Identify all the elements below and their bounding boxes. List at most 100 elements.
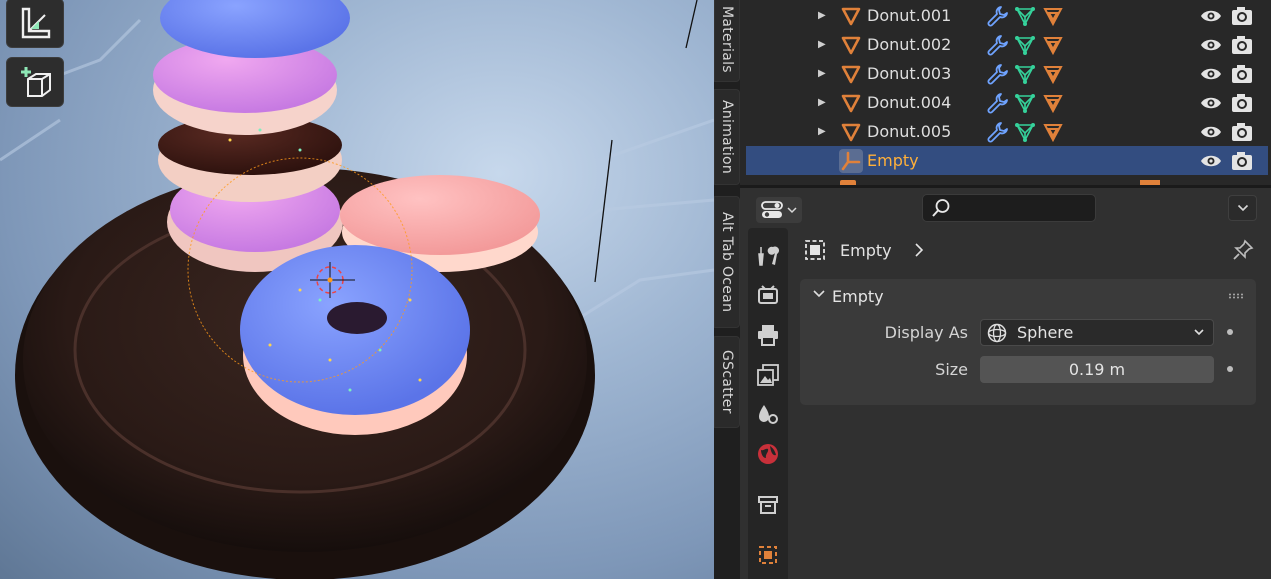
sidebar-tab-strip: Materials Animation Alt Tab Ocean GScatt… bbox=[714, 0, 740, 579]
eye-icon[interactable] bbox=[1200, 5, 1222, 27]
visibility-toggles bbox=[1200, 150, 1253, 172]
add-cube-icon bbox=[21, 67, 51, 97]
vertex-groups-icon[interactable] bbox=[1014, 92, 1036, 114]
outliner-row[interactable]: ▶ Donut.003 bbox=[746, 59, 1268, 88]
outliner[interactable]: ▶ Donut.001 ▶ Donut.002 ▶ Donut.003 ▶ Donut.004… bbox=[740, 0, 1271, 185]
disclosure-triangle-icon[interactable]: ▶ bbox=[818, 39, 830, 50]
camera-icon[interactable] bbox=[1231, 92, 1253, 114]
tab-gscatter-label: GScatter bbox=[719, 350, 735, 414]
measure-tool-button[interactable] bbox=[6, 0, 64, 48]
drag-handle-icon[interactable] bbox=[1228, 293, 1246, 299]
outliner-row-name[interactable]: Donut.005 bbox=[867, 122, 951, 141]
row-data-icons bbox=[986, 121, 1064, 143]
tab-view-layer[interactable] bbox=[754, 361, 782, 389]
tab-world[interactable] bbox=[754, 440, 782, 468]
tab-gscatter[interactable]: GScatter bbox=[714, 336, 740, 428]
chevron-down-icon bbox=[1237, 204, 1248, 212]
eye-icon[interactable] bbox=[1200, 150, 1222, 172]
disclosure-triangle-icon[interactable]: ▶ bbox=[818, 97, 830, 108]
camera-icon[interactable] bbox=[1231, 5, 1253, 27]
outliner-row[interactable]: Empty bbox=[746, 146, 1268, 175]
ruler-icon bbox=[21, 7, 51, 39]
tab-animation[interactable]: Animation bbox=[714, 89, 740, 185]
3d-viewport[interactable] bbox=[0, 0, 714, 579]
properties-editor[interactable]: Empty Empty Display As Sphere Size 0.19 … bbox=[740, 185, 1271, 579]
eye-icon[interactable] bbox=[1200, 63, 1222, 85]
mesh-object-icon bbox=[839, 120, 863, 144]
size-number-field[interactable]: 0.19 m bbox=[980, 356, 1214, 383]
disclosure-triangle-icon[interactable]: ▶ bbox=[818, 68, 830, 79]
display-as-keyframe-dot[interactable] bbox=[1227, 329, 1233, 335]
visibility-toggles bbox=[1200, 63, 1253, 85]
size-keyframe-dot[interactable] bbox=[1227, 366, 1233, 372]
mesh-object-icon bbox=[839, 33, 863, 57]
wrench-icon[interactable] bbox=[986, 63, 1008, 85]
vertex-groups-icon[interactable] bbox=[1014, 34, 1036, 56]
mesh-object-icon bbox=[839, 4, 863, 28]
row-data-icons bbox=[986, 5, 1064, 27]
tab-alt-tab-ocean[interactable]: Alt Tab Ocean bbox=[714, 196, 740, 328]
row-data-icons bbox=[986, 34, 1064, 56]
search-input[interactable] bbox=[957, 200, 1087, 216]
panel-header[interactable]: Empty bbox=[800, 279, 1256, 313]
viewport-scene[interactable] bbox=[0, 0, 714, 579]
mesh-data-icon[interactable] bbox=[1042, 92, 1064, 114]
outliner-row-name[interactable]: Donut.002 bbox=[867, 35, 951, 54]
wrench-icon[interactable] bbox=[986, 5, 1008, 27]
outliner-row-name[interactable]: Empty bbox=[867, 151, 919, 170]
outliner-row-name[interactable]: Donut.001 bbox=[867, 6, 951, 25]
outliner-row-name[interactable]: Donut.004 bbox=[867, 93, 951, 112]
disclosure-triangle-icon[interactable]: ▶ bbox=[818, 10, 830, 21]
camera-icon[interactable] bbox=[1231, 150, 1253, 172]
add-cube-tool-button[interactable] bbox=[6, 57, 64, 107]
tab-materials[interactable]: Materials bbox=[714, 0, 740, 82]
mesh-data-icon[interactable] bbox=[1042, 5, 1064, 27]
wrench-icon[interactable] bbox=[986, 92, 1008, 114]
wrench-icon[interactable] bbox=[986, 34, 1008, 56]
object-data-icon bbox=[805, 240, 825, 260]
outliner-row[interactable]: ▶ Donut.005 bbox=[746, 117, 1268, 146]
display-as-dropdown[interactable]: Sphere bbox=[980, 319, 1214, 346]
disclosure-triangle-icon[interactable]: ▶ bbox=[818, 126, 830, 137]
tab-output[interactable] bbox=[754, 321, 782, 349]
eye-icon[interactable] bbox=[1200, 92, 1222, 114]
vertex-groups-icon[interactable] bbox=[1014, 121, 1036, 143]
tool-icon bbox=[758, 246, 780, 266]
tab-object[interactable] bbox=[754, 541, 782, 569]
eye-icon[interactable] bbox=[1200, 121, 1222, 143]
vertex-groups-icon[interactable] bbox=[1014, 5, 1036, 27]
tab-tool[interactable] bbox=[754, 242, 782, 270]
editor-type-button[interactable] bbox=[756, 197, 802, 223]
size-row: Size 0.19 m bbox=[800, 356, 1256, 384]
outliner-row[interactable]: ▶ Donut.004 bbox=[746, 88, 1268, 117]
mesh-data-icon[interactable] bbox=[1042, 34, 1064, 56]
options-dropdown-button[interactable] bbox=[1228, 195, 1257, 221]
outliner-row[interactable]: ▶ Donut.001 bbox=[746, 1, 1268, 30]
tab-render[interactable] bbox=[754, 281, 782, 309]
wrench-icon[interactable] bbox=[986, 121, 1008, 143]
outliner-row[interactable]: ▶ Donut.002 bbox=[746, 30, 1268, 59]
view-layer-icon bbox=[757, 364, 779, 386]
empty-object-icon bbox=[839, 148, 863, 173]
breadcrumb: Empty bbox=[804, 237, 926, 263]
sphere-icon bbox=[987, 323, 1007, 342]
camera-icon[interactable] bbox=[1231, 63, 1253, 85]
display-as-row: Display As Sphere bbox=[800, 319, 1256, 347]
camera-icon[interactable] bbox=[1231, 121, 1253, 143]
mesh-data-icon[interactable] bbox=[1042, 63, 1064, 85]
properties-tab-bar bbox=[748, 228, 788, 579]
tab-alt-tab-ocean-label: Alt Tab Ocean bbox=[719, 211, 735, 313]
mesh-object-icon bbox=[839, 62, 863, 86]
tab-animation-label: Animation bbox=[719, 99, 735, 175]
outliner-row-name[interactable]: Donut.003 bbox=[867, 64, 951, 83]
eye-icon[interactable] bbox=[1200, 34, 1222, 56]
camera-icon[interactable] bbox=[1231, 34, 1253, 56]
pin-button[interactable] bbox=[1232, 239, 1254, 265]
tab-collection[interactable] bbox=[754, 491, 782, 519]
search-icon bbox=[932, 199, 950, 217]
mesh-data-icon[interactable] bbox=[1042, 121, 1064, 143]
search-field[interactable] bbox=[922, 194, 1096, 222]
vertex-groups-icon[interactable] bbox=[1014, 63, 1036, 85]
tab-scene[interactable] bbox=[754, 400, 782, 428]
chevron-down-icon bbox=[787, 207, 797, 214]
